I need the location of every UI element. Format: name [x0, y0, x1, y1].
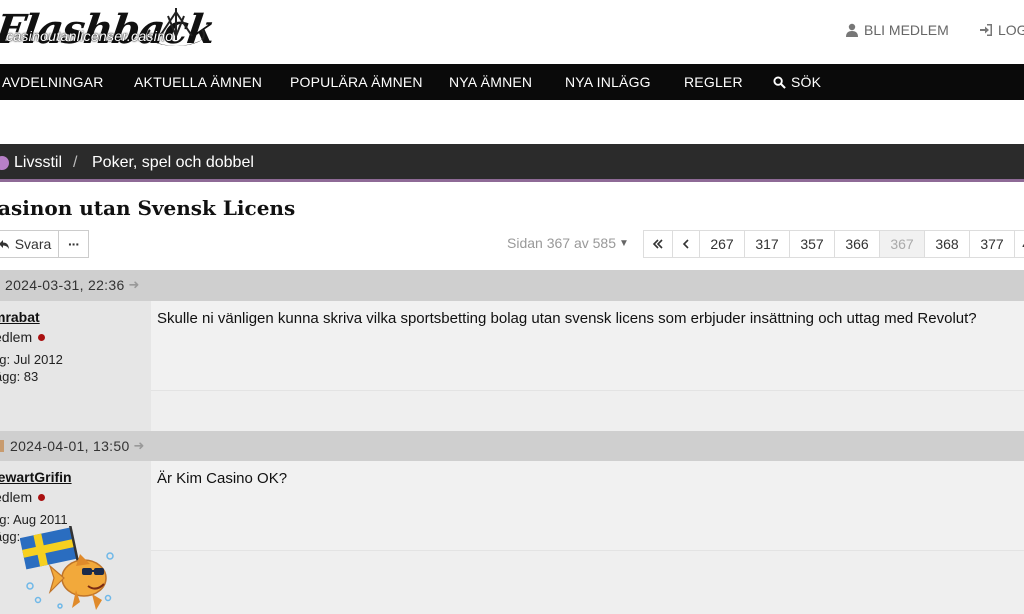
post-message: Skulle ni vänligen kunna skriva vilka sp…	[157, 310, 977, 327]
permalink-arrow-icon[interactable]: ➜	[134, 438, 145, 454]
user-post-count: lägg:	[0, 529, 21, 544]
user-registered: eg: Aug 2011	[0, 512, 68, 527]
current-page: 367	[879, 230, 925, 258]
page-info-label: Sidan 367 av 585	[507, 235, 616, 251]
login-icon	[980, 24, 992, 36]
breadcrumb: Livsstil / Poker, spel och dobbel	[0, 144, 1024, 182]
post-user-column: mrabat edlem eg: Jul 2012 lägg: 83	[0, 301, 151, 431]
reply-button[interactable]: Svara	[0, 230, 59, 258]
user-rank-label: edlem	[0, 329, 33, 345]
reply-label: Svara	[14, 236, 52, 252]
user-registered: eg: Jul 2012	[0, 352, 63, 367]
prev-page-icon[interactable]	[672, 230, 700, 258]
watermark-text: casinoutanlicenser.casino	[6, 28, 174, 44]
top-header: Flashback casinoutanlicenser.casino BLI …	[0, 0, 1024, 64]
search-icon	[773, 75, 786, 89]
reply-icon	[0, 240, 9, 249]
page-link[interactable]: 317	[744, 230, 790, 258]
page-link[interactable]: 267	[699, 230, 745, 258]
breadcrumb-section[interactable]: Livsstil	[14, 154, 62, 172]
more-options-button[interactable]: ···	[58, 230, 89, 258]
user-rank: edlem	[0, 329, 46, 345]
become-member-link[interactable]: BLI MEDLEM	[845, 22, 949, 38]
post-header: 2024-03-31, 22:36 ➜	[0, 270, 1024, 301]
breadcrumb-forum[interactable]: Poker, spel och dobbel	[92, 154, 254, 172]
page-link[interactable]: 357	[789, 230, 835, 258]
page-link[interactable]: 366	[834, 230, 880, 258]
thread-title: asinon utan Svensk Licens	[0, 196, 296, 220]
offline-status-icon	[38, 333, 46, 341]
offline-status-icon	[38, 493, 46, 501]
pagination: 267 317 357 366 367 368 377 4	[643, 230, 1024, 258]
post-message: Är Kim Casino OK?	[157, 470, 288, 487]
category-dot-icon	[0, 156, 9, 170]
become-member-label: BLI MEDLEM	[864, 22, 949, 38]
caret-down-icon: ▼	[618, 237, 629, 249]
nav-item-nya-amnen[interactable]: NYA ÄMNEN	[449, 74, 532, 90]
permalink-arrow-icon[interactable]: ➜	[129, 277, 140, 293]
post-header: 2024-04-01, 13:50 ➜	[0, 431, 1024, 462]
page-link[interactable]: 377	[969, 230, 1015, 258]
post-icon	[0, 440, 4, 452]
breadcrumb-separator: /	[73, 154, 78, 171]
user-icon	[846, 23, 858, 37]
login-label: LOG	[998, 22, 1024, 38]
page-link[interactable]: 368	[924, 230, 970, 258]
post-date-text: 2024-04-01, 13:50	[10, 438, 130, 454]
user-rank-label: edlem	[0, 489, 33, 505]
user-rank: edlem	[0, 489, 46, 505]
login-link[interactable]: LOG	[979, 22, 1024, 38]
nav-item-nya-inlagg[interactable]: NYA INLÄGG	[565, 74, 651, 90]
post-date: 2024-03-31, 22:36 ➜	[5, 277, 140, 293]
username-link[interactable]: tewartGrifin	[0, 469, 72, 485]
post-footer	[151, 390, 1024, 431]
post-date: 2024-04-01, 13:50 ➜	[0, 438, 145, 454]
first-page-icon[interactable]	[643, 230, 673, 258]
nav-item-search[interactable]: SÖK	[773, 74, 821, 90]
page-info-dropdown[interactable]: Sidan 367 av 585 ▼	[507, 235, 629, 251]
username-link[interactable]: mrabat	[0, 309, 40, 325]
user-post-count: lägg: 83	[0, 369, 39, 384]
post-footer	[151, 550, 1024, 614]
search-label: SÖK	[791, 74, 822, 90]
post-date-text: 2024-03-31, 22:36	[5, 277, 125, 293]
main-nav: AVDELNINGAR AKTUELLA ÄMNEN POPULÄRA ÄMNE…	[0, 64, 1024, 100]
nav-item-populara[interactable]: POPULÄRA ÄMNEN	[290, 74, 423, 90]
nav-item-aktuella[interactable]: AKTUELLA ÄMNEN	[134, 74, 262, 90]
nav-item-regler[interactable]: REGLER	[684, 74, 743, 90]
nav-item-avdelningar[interactable]: AVDELNINGAR	[2, 74, 104, 90]
page-link[interactable]: 4	[1014, 230, 1024, 258]
swedish-flag-fish-mascot-icon	[20, 526, 114, 610]
